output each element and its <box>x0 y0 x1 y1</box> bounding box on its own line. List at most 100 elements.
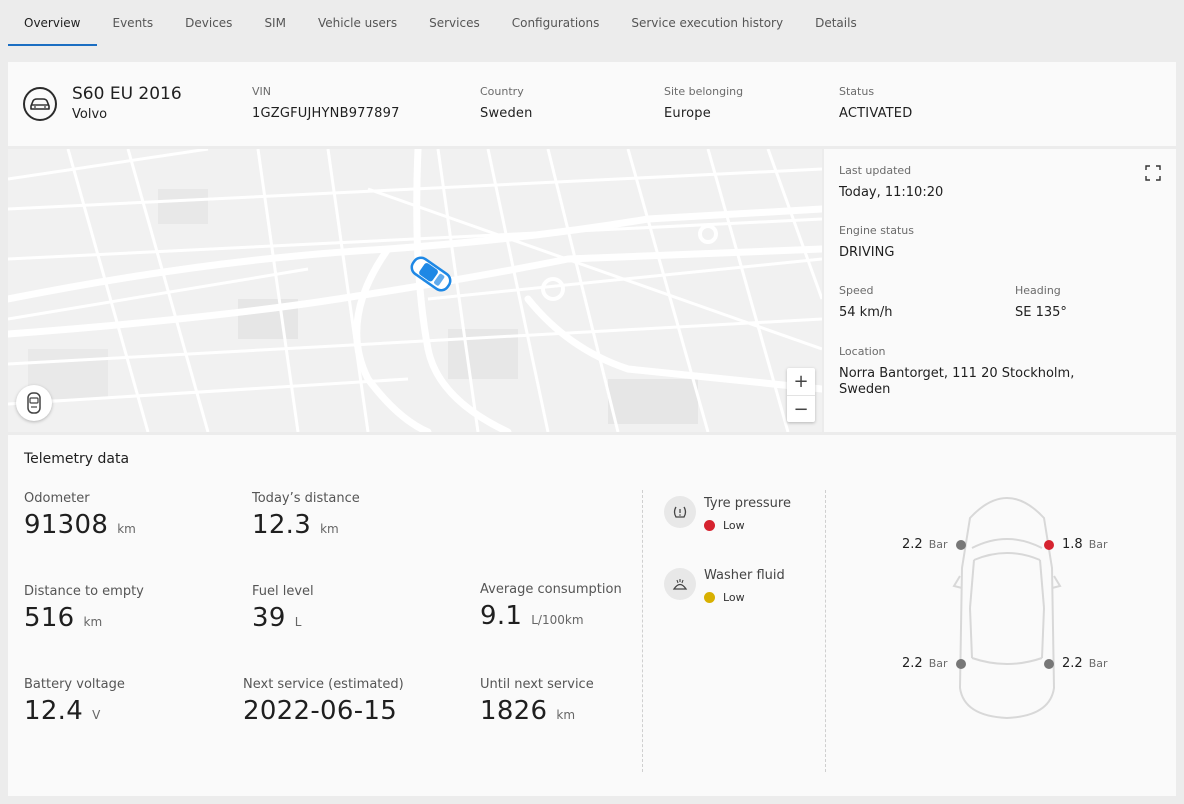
engine-status-field: Engine status DRIVING <box>839 224 914 261</box>
zoom-out-button[interactable]: − <box>787 395 815 422</box>
status-field: Status ACTIVATED <box>839 85 912 121</box>
until-next-service-label: Until next service <box>480 677 594 692</box>
tyre-status-dot <box>955 658 966 669</box>
country-label: Country <box>480 85 524 98</box>
speed-value: 54 km/h <box>839 305 893 320</box>
vehicle-map[interactable]: + − <box>8 149 822 432</box>
heading-field: Heading SE 135° <box>1015 284 1067 321</box>
tyre-unit: Bar <box>1088 538 1108 551</box>
speed-label: Speed <box>839 284 874 297</box>
tyre-status-dot <box>1044 658 1054 669</box>
distance-to-empty-value: 516 <box>24 603 75 633</box>
until-next-service-value: 1826 <box>480 696 548 726</box>
odometer-metric: Odometer 91308 km <box>24 491 136 540</box>
column-divider <box>825 490 826 772</box>
tab-services[interactable]: Services <box>413 0 496 46</box>
fullscreen-icon[interactable] <box>1145 165 1161 181</box>
car-icon <box>23 87 57 121</box>
tab-service-execution-history[interactable]: Service execution history <box>615 0 799 46</box>
washer-fluid-label: Washer fluid <box>704 568 785 583</box>
battery-voltage-value: 12.4 <box>24 696 84 726</box>
fuel-level-unit: L <box>294 615 302 629</box>
odometer-label: Odometer <box>24 491 90 506</box>
odometer-value: 91308 <box>24 510 109 540</box>
until-next-service-unit: km <box>556 708 576 722</box>
site-field: Site belonging Europe <box>664 85 743 121</box>
vehicle-model: S60 EU 2016 <box>72 84 182 104</box>
status-value: ACTIVATED <box>839 106 913 121</box>
next-service-metric: Next service (estimated) 2022-06-15 <box>243 677 404 726</box>
telemetry-card: Telemetry data Odometer 91308 km Today’s… <box>8 435 1176 796</box>
location-label: Location <box>839 345 886 358</box>
vehicle-brand: Volvo <box>72 107 108 122</box>
tyre-unit: Bar <box>928 657 948 670</box>
battery-voltage-metric: Battery voltage 12.4 V <box>24 677 125 726</box>
battery-voltage-unit: V <box>92 708 101 722</box>
site-value: Europe <box>664 106 711 121</box>
tyre-pressure-icon <box>664 496 696 528</box>
location-line-1: Norra Bantorget, 111 20 Stockholm, <box>839 366 1075 381</box>
location-field: Location Norra Bantorget, 111 20 Stockho… <box>839 345 1074 398</box>
next-service-label: Next service (estimated) <box>243 677 404 692</box>
vin-label: VIN <box>252 85 271 98</box>
last-updated-value: Today, 11:10:20 <box>839 185 944 200</box>
tab-sim[interactable]: SIM <box>248 0 302 46</box>
washer-fluid-status: Low <box>704 591 745 604</box>
telemetry-title: Telemetry data <box>24 451 130 467</box>
zoom-in-button[interactable]: + <box>787 368 815 395</box>
tyre-unit: Bar <box>928 538 948 551</box>
tab-vehicle-users[interactable]: Vehicle users <box>302 0 413 46</box>
car-top-view-diagram <box>952 497 1062 720</box>
vehicle-location-marker[interactable] <box>406 255 456 293</box>
washer-fluid-icon <box>664 568 696 600</box>
distance-to-empty-unit: km <box>83 615 103 629</box>
heading-value: SE 135° <box>1015 305 1067 320</box>
status-dot <box>704 520 715 531</box>
tyre-front-left-value: 2.2 <box>902 537 923 552</box>
status-label: Status <box>839 85 875 98</box>
distance-to-empty-label: Distance to empty <box>24 584 144 599</box>
todays-distance-value: 12.3 <box>252 510 312 540</box>
average-consumption-label: Average consumption <box>480 582 622 597</box>
vin-value: 1GZGFUJHYNB977897 <box>252 106 400 121</box>
engine-status-value: DRIVING <box>839 245 895 260</box>
last-updated-label: Last updated <box>839 164 912 177</box>
tyre-unit: Bar <box>1088 657 1108 670</box>
map-zoom-control: + − <box>787 368 815 422</box>
todays-distance-label: Today’s distance <box>252 491 360 506</box>
country-field: Country Sweden <box>480 85 533 121</box>
average-consumption-value: 9.1 <box>480 601 523 631</box>
tab-configurations[interactable]: Configurations <box>496 0 616 46</box>
tyre-rear-right: 2.2 Bar <box>1044 656 1108 671</box>
column-divider <box>642 490 643 772</box>
last-updated-field: Last updated Today, 11:10:20 <box>839 164 943 201</box>
until-next-service-metric: Until next service 1826 km <box>480 677 594 726</box>
tyre-rear-left-value: 2.2 <box>902 656 923 671</box>
status-dot <box>704 592 715 603</box>
fuel-level-value: 39 <box>252 603 286 633</box>
heading-label: Heading <box>1015 284 1061 297</box>
tab-devices[interactable]: Devices <box>169 0 248 46</box>
tyre-pressure-status-text: Low <box>723 519 745 532</box>
recenter-vehicle-button[interactable] <box>16 385 52 421</box>
average-consumption-metric: Average consumption 9.1 L/100km <box>480 582 622 631</box>
todays-distance-unit: km <box>320 522 339 536</box>
next-service-value: 2022-06-15 <box>243 696 398 726</box>
tab-bar: Overview Events Devices SIM Vehicle user… <box>8 0 873 46</box>
tab-overview[interactable]: Overview <box>8 0 97 46</box>
location-line-2: Sweden <box>839 382 891 397</box>
tyre-pressure-label: Tyre pressure <box>704 496 791 511</box>
fuel-level-metric: Fuel level 39 L <box>252 584 314 633</box>
tyre-rear-left: 2.2 Bar <box>902 656 966 671</box>
tab-details[interactable]: Details <box>799 0 873 46</box>
tyre-status-dot <box>955 539 966 550</box>
tab-events[interactable]: Events <box>97 0 170 46</box>
todays-distance-metric: Today’s distance 12.3 km <box>252 491 360 540</box>
washer-fluid-status-text: Low <box>723 591 745 604</box>
distance-to-empty-metric: Distance to empty 516 km <box>24 584 144 633</box>
fuel-level-label: Fuel level <box>252 584 314 599</box>
tyre-front-right: 1.8 Bar <box>1044 537 1108 552</box>
tyre-front-left: 2.2 Bar <box>902 537 966 552</box>
car-front-icon <box>27 392 41 414</box>
tyre-pressure-status: Low <box>704 519 745 532</box>
